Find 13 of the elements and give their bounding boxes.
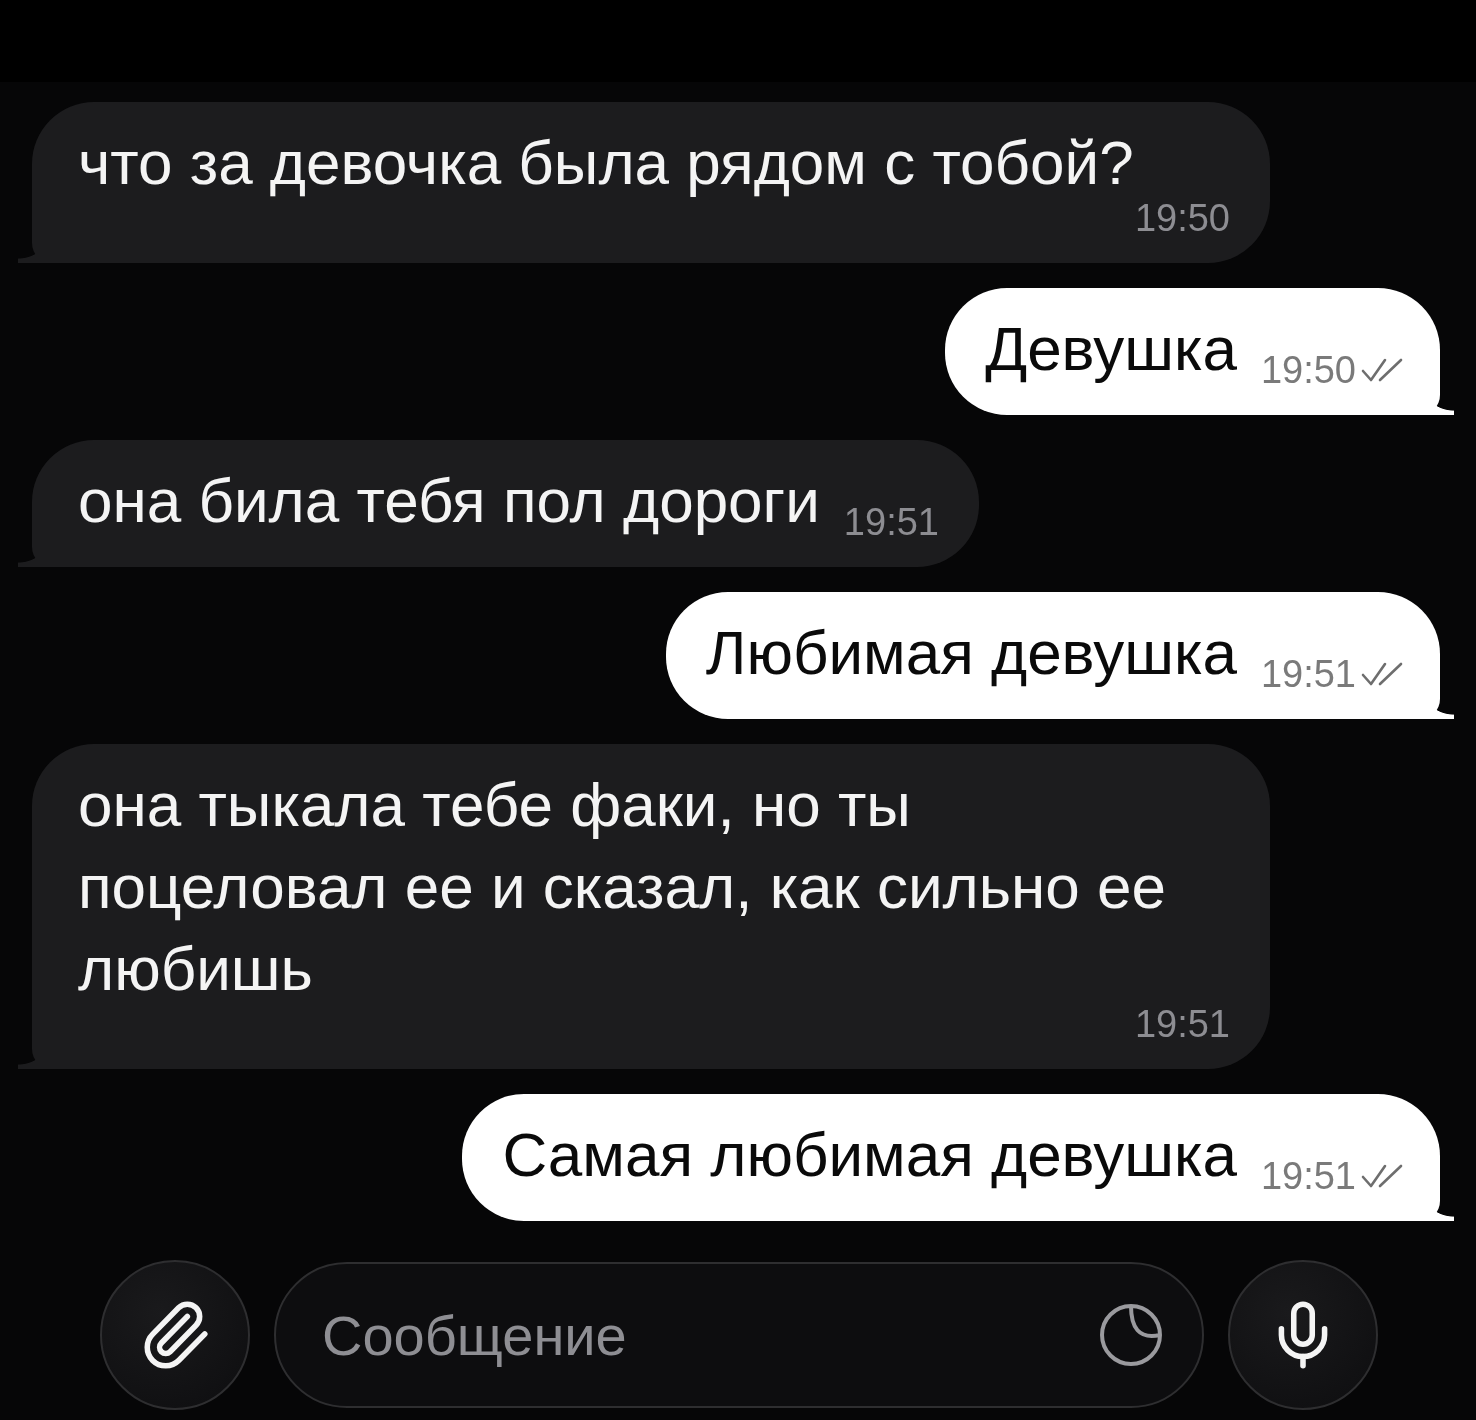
message-time: 19:50 [1260, 350, 1356, 390]
message-text: Самая любимая девушка [502, 1120, 1237, 1189]
message-text: Девушка [985, 314, 1237, 383]
message-time: 19:51 [1260, 654, 1356, 694]
message-time: 19:50 [1134, 198, 1230, 238]
message-time: 19:51 [1134, 1004, 1230, 1044]
message-text: Любимая девушка [705, 618, 1237, 687]
message-text: она била тебя пол дороги [78, 466, 820, 535]
message-time: 19:51 [843, 502, 939, 542]
message-time: 19:51 [1260, 1156, 1356, 1196]
message-field[interactable]: Сообщение [274, 1262, 1204, 1408]
message-text: она тыкала тебе факи, но ты поцеловал ее и сказал, как сильно ее любишь [78, 770, 1166, 1003]
message-text: что за девочка была рядом с тобой? [78, 128, 1134, 197]
